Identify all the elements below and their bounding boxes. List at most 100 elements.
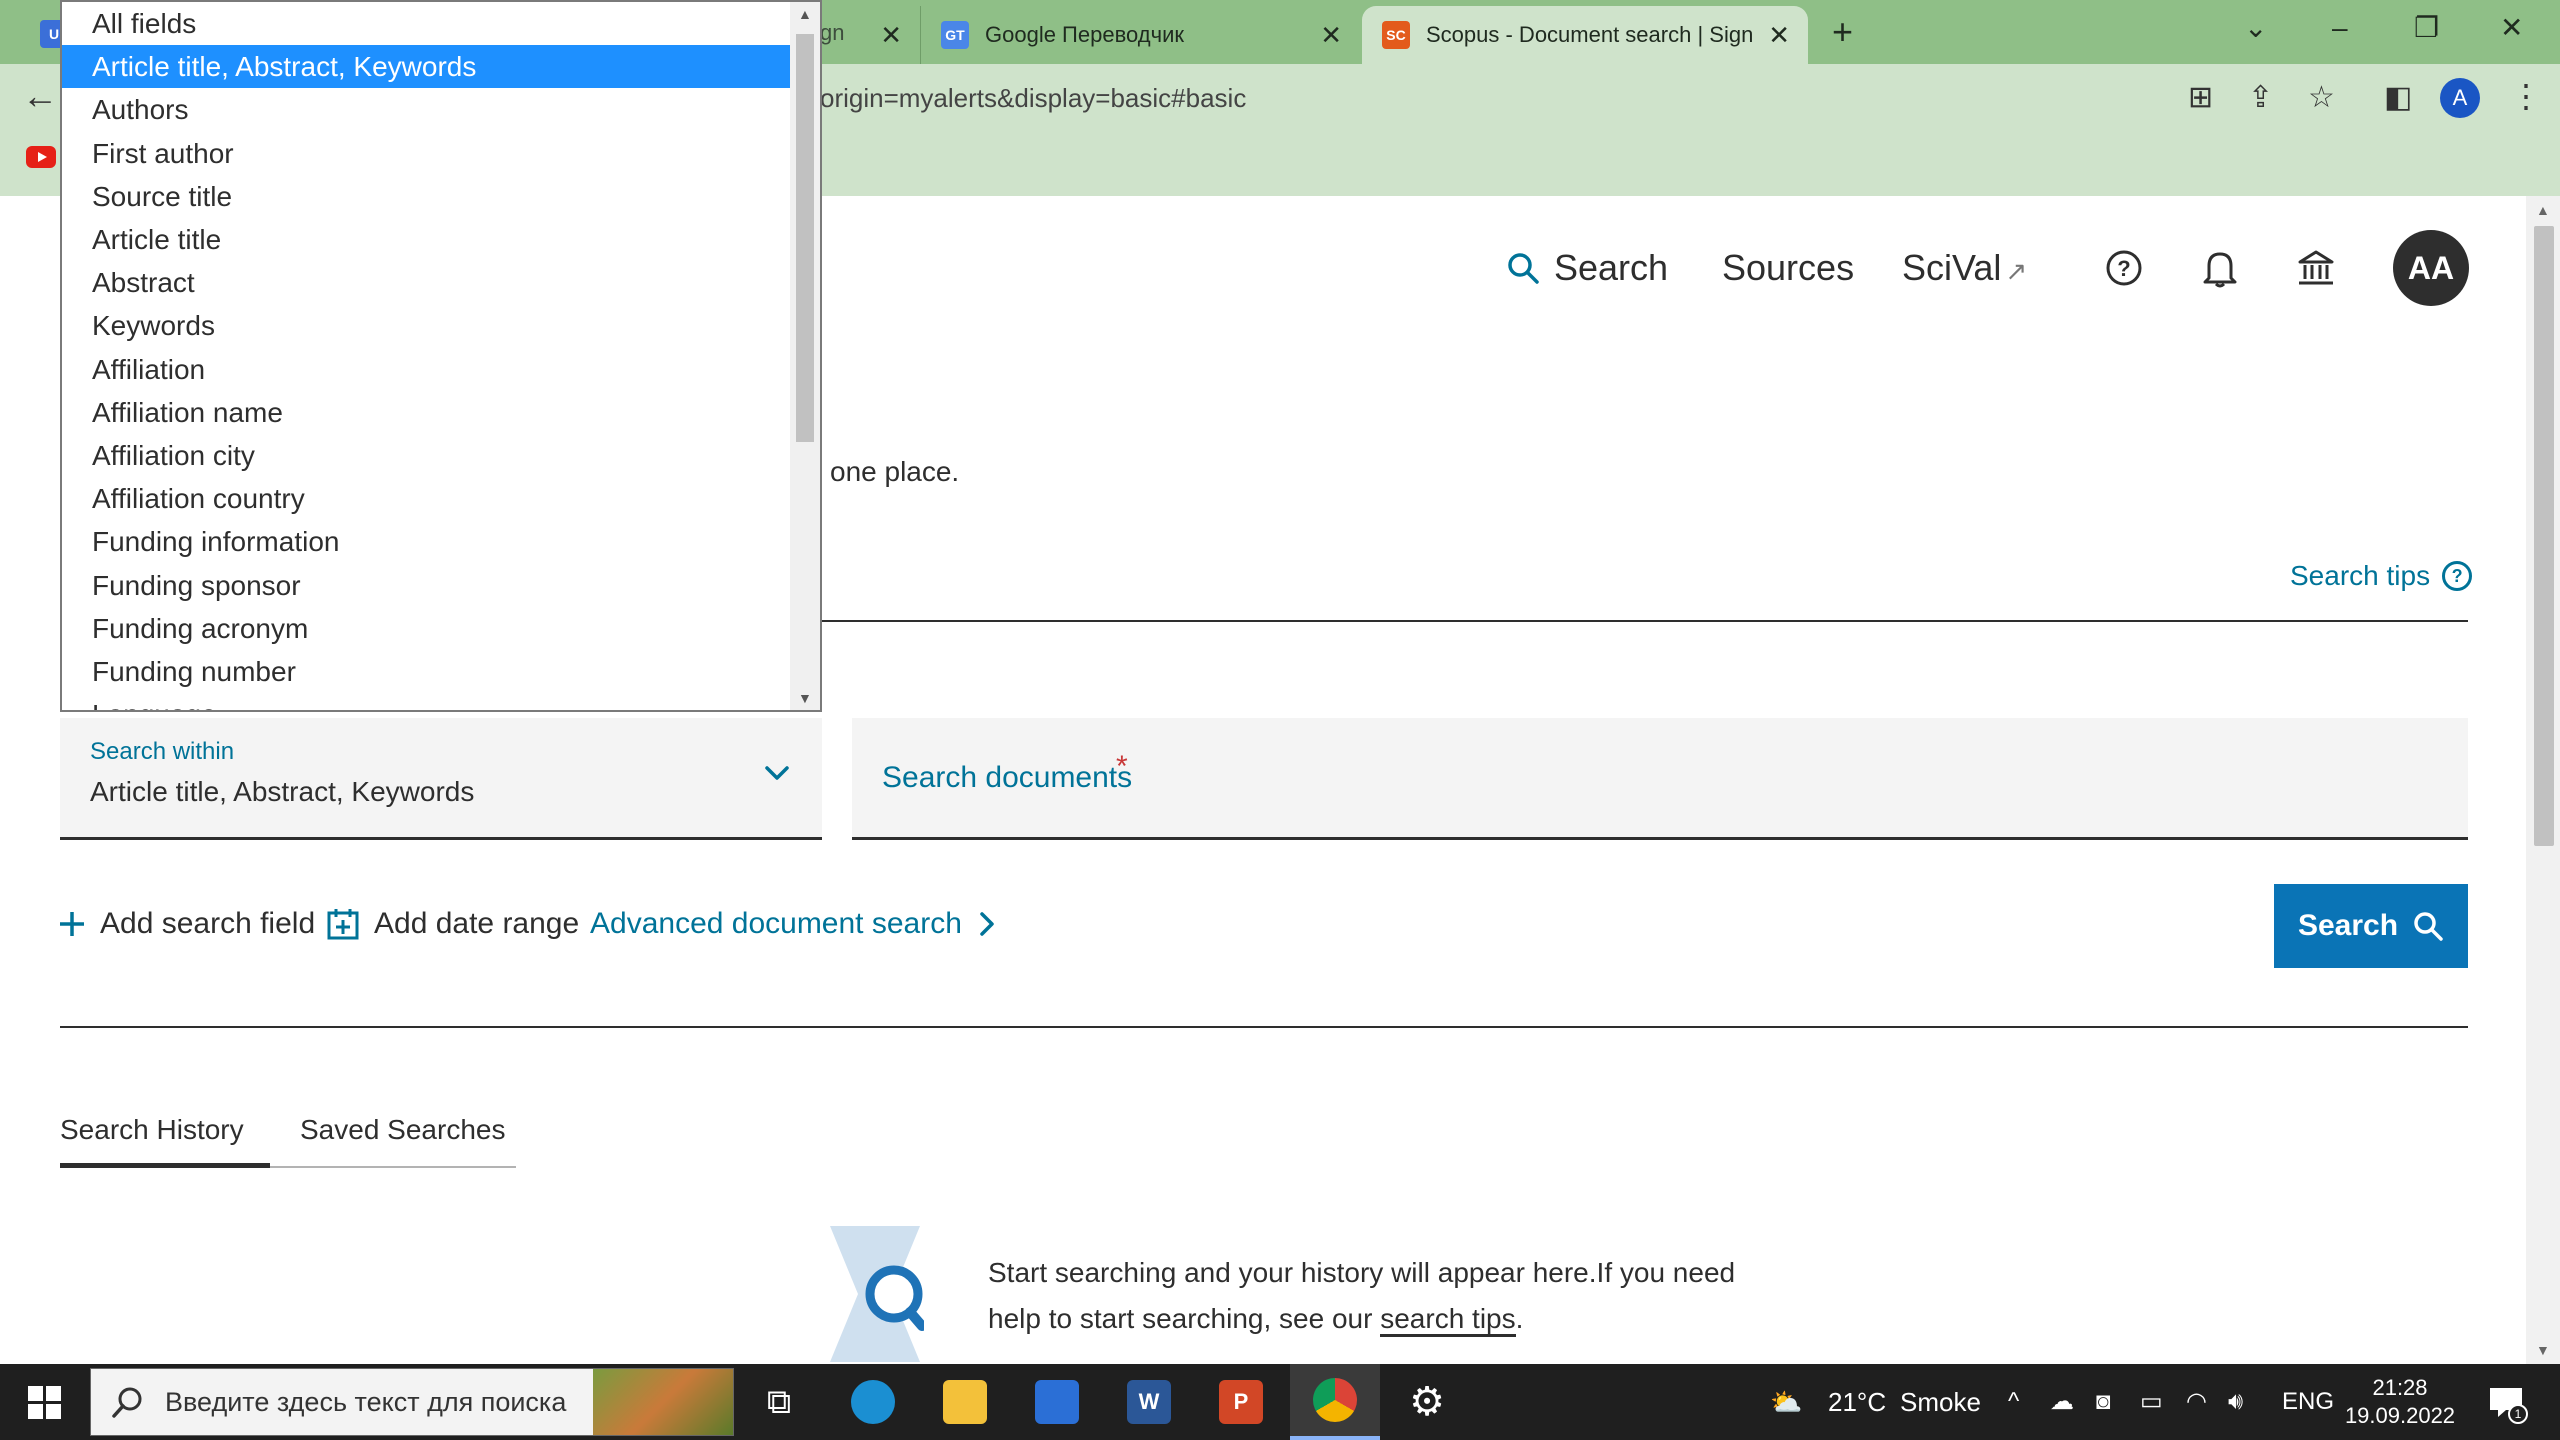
settings-gear-icon[interactable]: ⚙ [1382,1364,1472,1440]
share-icon[interactable]: ⇪ [2248,78,2273,118]
dropdown-option[interactable]: Source title [62,175,790,218]
search-tips-link[interactable]: Search tips ? [2290,560,2473,592]
scroll-down-arrow-icon[interactable]: ▼ [2536,1342,2550,1358]
system-clock[interactable]: 21:28 19.09.2022 [2340,1374,2460,1430]
advanced-document-search-link[interactable]: Advanced document search [590,898,996,950]
taskbar-search-input[interactable] [165,1369,645,1435]
search-highlight-image [593,1369,733,1435]
tray-chevron-up-icon[interactable]: ^ [2008,1364,2019,1440]
chevron-right-icon [980,912,994,936]
weather-temperature[interactable]: 21°C [1828,1364,1886,1440]
add-date-range-label: Add date range [374,907,580,940]
user-avatar[interactable]: AA [2393,230,2469,306]
dropdown-option[interactable]: Affiliation country [62,477,790,520]
nav-scival-link[interactable]: SciVal ↗ [1902,240,2027,299]
onedrive-cloud-icon[interactable]: ☁ [2050,1364,2074,1440]
dropdown-option[interactable]: Article title, Abstract, Keywords [62,45,790,89]
dropdown-scrollbar-thumb[interactable] [796,34,814,442]
add-search-field-button[interactable]: Add search field [58,898,315,950]
new-tab-icon[interactable]: + [1832,12,1853,52]
wifi-icon[interactable]: ◠ [2186,1364,2207,1440]
page-scrollbar[interactable]: ▲ ▼ [2526,196,2560,1364]
scroll-up-arrow-icon[interactable]: ▲ [798,6,812,22]
scroll-down-arrow-icon[interactable]: ▼ [798,690,812,706]
meet-now-icon[interactable]: ◙ [2096,1364,2111,1440]
close-tab-icon[interactable]: ✕ [1320,20,1342,50]
google-translate-favicon-icon: GT [941,21,969,49]
clock-date: 19.09.2022 [2344,1403,2456,1428]
close-window-icon[interactable]: ✕ [2500,8,2523,48]
task-view-icon[interactable]: ⧉ [734,1364,824,1440]
search-button-label: Search [2297,909,2399,942]
nav-search-link[interactable]: Search [1506,240,1668,296]
chrome-app-icon[interactable] [1290,1364,1380,1440]
bookmark-star-icon[interactable]: ☆ [2308,78,2335,118]
help-icon[interactable]: ? [2102,246,2146,290]
dropdown-option[interactable]: Affiliation name [62,391,790,434]
notification-center-icon[interactable]: 1 [2486,1382,2528,1424]
dropdown-option[interactable]: Abstract [62,261,790,304]
tab-search-chevron-icon[interactable]: ⌄ [2244,8,2267,48]
youtube-bookmark-icon[interactable] [26,146,56,168]
edge-app-icon[interactable] [828,1364,918,1440]
close-tab-icon[interactable]: ✕ [1768,20,1790,50]
scopus-favicon-icon: SC [1382,21,1410,49]
dropdown-option[interactable]: Funding sponsor [62,564,790,607]
search-within-dropdown-list: All fields Article title, Abstract, Keywo… [60,0,822,712]
add-date-range-button[interactable]: Add date range [326,898,579,950]
tab-search-history[interactable]: Search History [60,1110,244,1150]
browser-tab-scopus[interactable]: SC Scopus - Document search | Sign ✕ [1362,6,1808,64]
scrollbar-thumb[interactable] [2534,226,2554,846]
restore-icon[interactable]: ❐ [2414,8,2439,48]
search-within-select[interactable]: Search within Article title, Abstract, K… [60,718,822,840]
tab-title: Google Переводчик [985,22,1184,47]
address-bar[interactable]: origin=myalerts&display=basic#basic [760,72,2360,124]
notifications-bell-icon[interactable] [2198,246,2242,290]
translate-page-icon[interactable]: ⊞ [2188,78,2213,118]
scroll-up-arrow-icon[interactable]: ▲ [2536,202,2550,218]
dropdown-scrollbar[interactable]: ▲ ▼ [790,2,820,710]
search-icon [112,1387,142,1418]
tab-saved-searches[interactable]: Saved Searches [300,1110,505,1150]
taskbar-search-box[interactable] [90,1368,734,1436]
battery-icon[interactable]: ▭ [2140,1364,2163,1440]
windows-start-icon[interactable] [28,1386,62,1420]
nav-scival-label: SciVal [1902,247,2002,288]
back-arrow-icon[interactable]: ← [22,76,58,116]
dropdown-option[interactable]: Funding information [62,520,790,563]
dropdown-option[interactable]: Affiliation [62,348,790,391]
powerpoint-app-icon[interactable]: P [1196,1364,1286,1440]
dropdown-option[interactable]: Funding number [62,650,790,693]
dropdown-option[interactable]: Language [62,693,790,710]
dropdown-option[interactable]: All fields [62,2,790,45]
dropdown-option[interactable]: Funding acronym [62,607,790,650]
dropdown-option[interactable]: Keywords [62,304,790,347]
browser-tab-translate[interactable]: GT Google Переводчик ✕ [920,6,1360,64]
weather-icon[interactable]: ⛅ [1770,1364,1802,1440]
tab-title: Scopus - Document search | Sign [1426,22,1754,47]
input-language[interactable]: ENG [2282,1364,2334,1440]
dropdown-option[interactable]: Authors [62,88,790,131]
dropdown-option[interactable]: Affiliation city [62,434,790,477]
profile-avatar[interactable]: A [2440,78,2480,118]
file-explorer-icon[interactable] [920,1364,1010,1440]
word-app-icon[interactable]: W [1104,1364,1194,1440]
side-panel-icon[interactable]: ◧ [2384,78,2412,118]
nav-sources-link[interactable]: Sources [1722,240,1854,296]
microsoft-store-icon[interactable] [1012,1364,1102,1440]
search-tips-label: Search tips [2290,560,2431,591]
dropdown-option[interactable]: First author [62,132,790,175]
search-button[interactable]: Search [2274,884,2468,968]
minimize-icon[interactable]: – [2332,8,2348,48]
close-tab-icon[interactable]: ✕ [880,20,902,50]
dropdown-option[interactable]: Article title [62,218,790,261]
volume-icon[interactable]: 🔊︎ [2228,1364,2243,1440]
search-tips-inline-link[interactable]: search tips [1380,1303,1516,1337]
search-documents-input[interactable] [852,718,2468,837]
active-tab-indicator [60,1163,270,1168]
weather-description[interactable]: Smoke [1900,1364,1981,1440]
browser-menu-icon[interactable]: ⋮ [2510,76,2542,116]
search-documents-field[interactable]: * [852,718,2468,840]
search-within-label: Search within [90,738,235,765]
institution-icon[interactable] [2294,246,2338,290]
